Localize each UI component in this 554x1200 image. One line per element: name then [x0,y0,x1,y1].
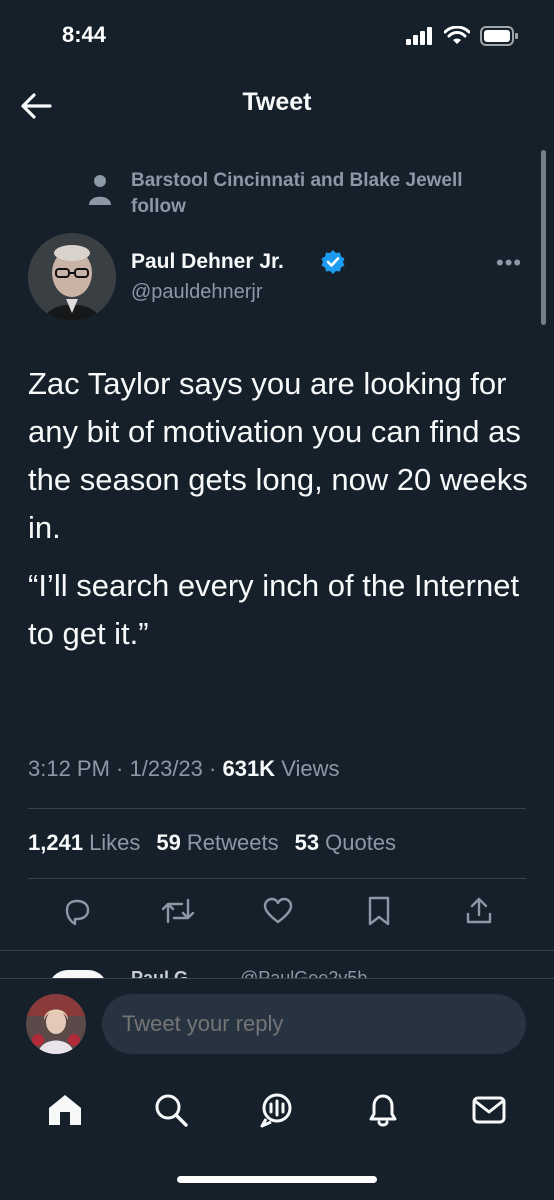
retweets-count: 59 [156,830,181,855]
scrollbar[interactable] [541,150,546,325]
likes-label: Likes [89,830,141,855]
tab-messages[interactable] [467,1088,511,1132]
tweet-actions [28,892,528,930]
quotes-label: Quotes [325,830,397,855]
home-indicator [177,1176,377,1183]
verified-badge-icon [321,250,345,274]
more-options-icon[interactable]: ••• [496,250,522,276]
page-title: Tweet [242,88,312,116]
tweet-paragraph: Zac Taylor says you are looking for any … [28,366,528,545]
author-handle[interactable]: @pauldehnerjr [131,281,263,304]
reply-button[interactable] [58,892,96,930]
share-button[interactable] [460,892,498,930]
tab-search[interactable] [149,1088,193,1132]
cellular-signal-icon [406,27,432,45]
quotes-stat[interactable]: 53 Quotes [295,830,396,856]
wifi-icon [444,26,470,44]
home-icon [49,1095,81,1125]
reply-input[interactable] [102,994,526,1054]
retweet-icon [161,898,194,924]
quotes-count: 53 [294,830,320,855]
tweet-time: 3:12 PM [28,756,110,781]
status-icons [406,26,518,46]
retweets-stat[interactable]: 59 Retweets [156,830,278,856]
tab-home[interactable] [43,1088,87,1132]
author-name[interactable]: Paul Dehner Jr. [131,250,284,274]
tweet-date: 1/23/23 [129,756,203,781]
divider [0,950,554,951]
reply-icon [65,899,90,926]
retweets-label: Retweets [186,830,279,855]
tweet-meta: 3:12 PM · 1/23/23 · 631K Views [28,756,340,781]
retweet-button[interactable] [159,892,197,930]
author-avatar[interactable] [28,233,116,321]
likes-stat[interactable]: 1,241 Likes [28,830,140,856]
author-photo [28,233,116,321]
battery-icon [480,26,518,46]
divider [28,878,526,879]
tab-spaces[interactable] [255,1088,299,1132]
messages-icon [472,1096,506,1124]
bottom-tab-bar [0,1070,554,1150]
bookmark-button[interactable] [360,892,398,930]
tweet-paragraph: “I’ll search every inch of the Internet … [28,568,520,651]
social-context[interactable]: Barstool Cincinnati and Blake Jewell fol… [131,168,471,220]
divider [28,808,526,809]
share-icon [466,897,492,924]
status-time: 8:44 [62,22,107,47]
tab-notifications[interactable] [361,1088,405,1132]
like-button[interactable] [259,892,297,930]
like-icon [263,897,293,924]
user-avatar[interactable] [26,994,86,1054]
likes-count: 1,241 [28,830,84,855]
search-icon [155,1094,188,1127]
tweet-text: Zac Taylor says you are looking for any … [28,360,528,668]
bookmark-icon [368,896,389,926]
views-count: 631K [222,756,276,781]
spaces-icon [260,1093,292,1128]
person-icon [89,175,111,205]
views-label: Views [281,756,340,781]
notifications-icon [369,1094,397,1127]
user-photo [26,994,86,1054]
engagement-stats: 1,241 Likes 59 Retweets 53 Quotes [28,830,396,856]
